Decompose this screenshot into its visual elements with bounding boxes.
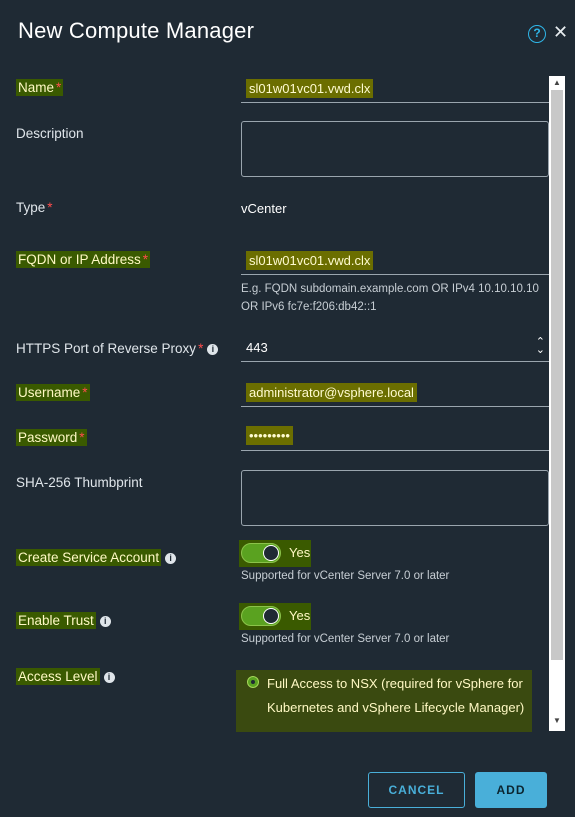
info-icon[interactable]: i [103,672,115,683]
add-button[interactable]: ADD [475,772,547,808]
toggle-text: Yes [289,545,311,560]
enable-trust-label: Enable Trust i [16,612,111,629]
scrollbar-thumb[interactable] [551,90,563,660]
add-button-label: ADD [496,783,526,797]
name-label: Name * [16,79,64,96]
info-icon[interactable]: i [207,344,219,355]
dialog-title: New Compute Manager [18,18,255,43]
password-label: Password * [16,429,87,446]
type-label: Type * [16,200,53,215]
fqdn-hint-line1: E.g. FQDN subdomain.example.com OR IPv4 … [241,283,539,295]
description-label: Description [16,126,84,141]
https-port-label: HTTPS Port of Reverse Proxy * i [16,341,219,356]
description-textarea[interactable] [241,121,549,177]
full-access-radio[interactable] [247,676,259,688]
dialog-footer: CANCEL ADD [0,740,575,817]
scroll-up-icon[interactable]: ▲ [553,78,561,87]
close-icon[interactable]: ✕ [553,22,568,42]
toggle-switch[interactable] [241,606,281,626]
toggle-switch[interactable] [241,543,281,563]
new-compute-manager-dialog: New Compute Manager ? ✕ Name * sl01w01vc0… [0,0,575,817]
username-label: Username * [16,384,90,401]
username-input[interactable]: administrator@vsphere.local [241,377,549,407]
fqdn-input[interactable]: sl01w01vc01.vwd.clx [241,245,549,275]
info-icon[interactable]: i [165,553,177,564]
service-account-hint: Supported for vCenter Server 7.0 or late… [241,570,450,582]
fqdn-label: FQDN or IP Address * [16,251,151,268]
full-access-radio-label: Full Access to NSX (required for vSphere… [267,676,525,715]
help-icon[interactable]: ? [528,25,546,43]
thumbprint-label: SHA-256 Thumbprint [16,475,143,490]
number-spinner-icon[interactable]: ⌃ ⌄ [536,337,545,356]
access-level-label: Access Level i [16,668,115,685]
enable-trust-hint: Supported for vCenter Server 7.0 or late… [241,633,450,645]
password-input[interactable]: ••••••••• [241,421,549,451]
info-icon[interactable]: i [99,616,111,627]
type-value: vCenter [241,201,287,216]
thumbprint-textarea[interactable] [241,470,549,526]
scroll-down-icon[interactable]: ▼ [553,716,561,725]
https-port-input[interactable]: 443 ⌃ ⌄ [241,332,549,362]
name-input[interactable]: sl01w01vc01.vwd.clx [241,73,549,103]
fqdn-hint-line2: OR IPv6 fc7e:f206:db42::1 [241,301,377,313]
service-account-label: Create Service Account i [16,549,177,566]
cancel-button[interactable]: CANCEL [368,772,465,808]
toggle-text: Yes [289,608,311,623]
